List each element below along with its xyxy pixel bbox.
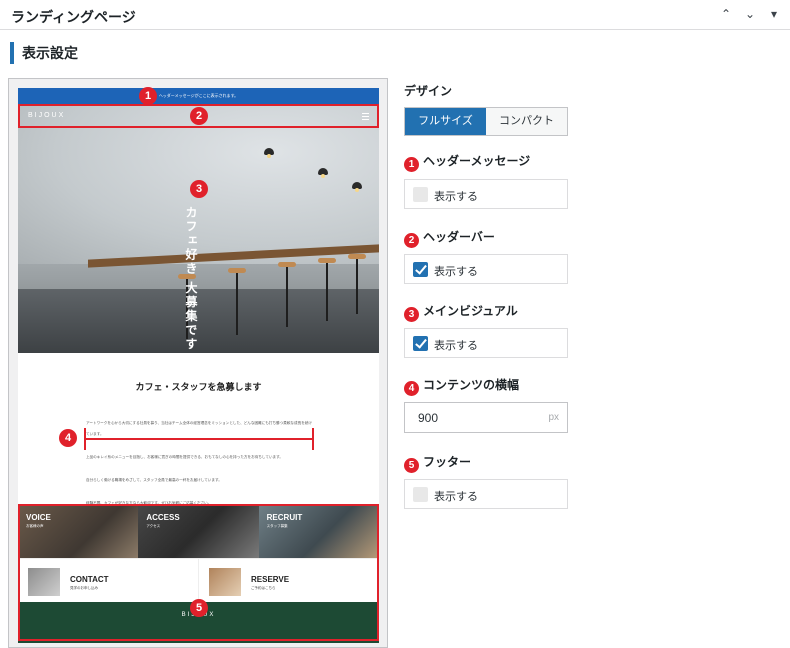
panel-header: ランディングページ ⌃ ⌄ ▾: [0, 0, 790, 30]
hero-floor: [18, 289, 379, 353]
content-paragraph: 上品のキレイ系のメニューを目指し、お客様に寛ぎの時間を提供できる、おもてなしの心…: [86, 455, 283, 459]
checkbox-label: 表示する: [434, 266, 478, 278]
label-text: フッター: [423, 455, 472, 469]
checkbox-square[interactable]: [413, 487, 428, 502]
number-badge: 1: [404, 157, 419, 172]
stool-leg: [286, 267, 288, 327]
checkmark-icon[interactable]: [413, 336, 428, 351]
checkmark-icon[interactable]: [413, 262, 428, 277]
preview-hero-image: [18, 104, 379, 353]
marker-4: 4: [59, 429, 77, 447]
stool-leg: [326, 263, 328, 321]
triangle-down-icon[interactable]: ▾: [766, 6, 782, 22]
label-text: ヘッダーメッセージ: [423, 154, 531, 168]
stool-leg: [236, 273, 238, 335]
content-paragraph: 自分らしく働ける職場をめざして、スタッフ全員で最高の一杯をお届けしています。: [86, 478, 222, 482]
stool-leg: [356, 259, 358, 314]
panel-title: ランディングページ: [11, 9, 136, 25]
content-width-unit: px: [548, 412, 559, 423]
chevron-down-icon[interactable]: ⌄: [742, 6, 758, 22]
number-badge: 3: [404, 307, 419, 322]
design-compact-button[interactable]: コンパクト: [486, 108, 567, 135]
highlight-footer: [18, 504, 379, 641]
label-text: ヘッダーバー: [423, 230, 495, 244]
footer-label: 5 フッター: [404, 453, 471, 473]
content-width-label: 4 コンテンツの横幅: [404, 376, 519, 396]
panel-controls: ⌃ ⌄ ▾: [718, 6, 782, 22]
header-bar-checkbox[interactable]: 表示する: [404, 254, 568, 284]
number-badge: 2: [404, 233, 419, 248]
checkbox-label: 表示する: [434, 340, 478, 352]
lamp-icon: [318, 168, 328, 178]
content-width-input[interactable]: 900 px: [404, 402, 568, 433]
checkbox-square[interactable]: [413, 187, 428, 202]
preview-header-message: ヘッダーメッセージがここに表示されます。: [18, 88, 379, 104]
main-visual-label: 3 メインビジュアル: [404, 302, 518, 322]
section-title: 表示設定: [10, 42, 78, 64]
chevron-up-icon[interactable]: ⌃: [718, 6, 734, 22]
preview-content-title: カフェ・スタッフを急募します: [135, 382, 262, 392]
highlight-content-band: [84, 438, 314, 440]
design-label: デザイン: [404, 84, 453, 98]
header-bar-label: 2 ヘッダーバー: [404, 228, 495, 248]
main-visual-checkbox[interactable]: 表示する: [404, 328, 568, 358]
label-text: コンテンツの横幅: [423, 378, 520, 392]
preview-hero-copy: カフェ好き 大募集です: [184, 206, 198, 352]
header-message-checkbox[interactable]: 表示する: [404, 179, 568, 209]
marker-5: 5: [190, 599, 208, 617]
number-badge: 4: [404, 381, 419, 396]
checkbox-label: 表示する: [434, 191, 478, 203]
marker-3: 3: [190, 180, 208, 198]
checkbox-label: 表示する: [434, 491, 478, 503]
design-toggle: フルサイズ コンパクト: [404, 107, 568, 136]
lamp-icon: [352, 182, 362, 192]
design-fullsize-button[interactable]: フルサイズ: [405, 108, 486, 135]
marker-1: 1: [139, 87, 157, 105]
content-paragraph: アートワークを心から大切にする社員を募り、当社はチーム全体の経営理念をミッション…: [86, 421, 312, 436]
content-width-value[interactable]: 900: [418, 411, 438, 425]
footer-checkbox[interactable]: 表示する: [404, 479, 568, 509]
lamp-icon: [264, 148, 274, 158]
label-text: メインビジュアル: [423, 304, 518, 318]
header-message-label: 1 ヘッダーメッセージ: [404, 152, 530, 172]
number-badge: 5: [404, 458, 419, 473]
marker-2: 2: [190, 107, 208, 125]
